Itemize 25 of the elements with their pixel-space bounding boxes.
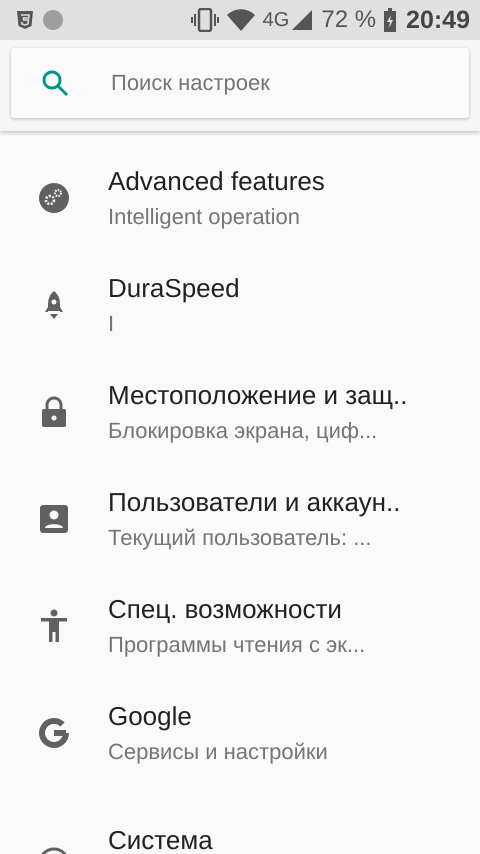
clock-time: 20:49 [406,6,470,34]
setting-subtitle: Intelligent operation [108,202,302,230]
setting-title: Местоположение и защ.. [108,378,408,410]
search-field[interactable]: Поиск настроек [11,48,469,118]
settings-item[interactable]: Система [0,786,480,854]
setting-subtitle: Текущий пользователь: ... [108,524,373,552]
setting-title: Пользователи и аккаун.. [108,486,400,518]
setting-title: Система [108,824,213,854]
setting-title: Advanced features [108,164,325,196]
setting-title: Спец. возможности [108,592,343,624]
settings-item[interactable]: Google Сервисы и настройки [0,679,480,786]
search-input[interactable]: Поиск настроек [109,68,413,96]
battery-percent: 72 % [321,6,376,34]
setting-title: Google [108,700,193,732]
network-type: 4G [262,8,290,32]
settings-item[interactable]: Спец. возможности Программы чтения с эк... [0,572,480,679]
settings-item[interactable]: Advanced features Intelligent operation [0,144,480,251]
setting-subtitle: Программы чтения с эк... [108,630,366,658]
setting-subtitle: Блокировка экрана, циф... [108,416,378,444]
setting-subtitle: I [108,310,116,338]
settings-item[interactable]: DuraSpeed I [0,251,480,358]
settings-item[interactable]: Пользователи и аккаун.. Текущий пользователь: ... [0,465,480,572]
settings-item[interactable]: Местоположение и защ.. Блокировка экрана, циф... [0,358,480,465]
setting-subtitle: Сервисы и настройки [108,738,328,766]
setting-title: DuraSpeed [108,272,240,304]
